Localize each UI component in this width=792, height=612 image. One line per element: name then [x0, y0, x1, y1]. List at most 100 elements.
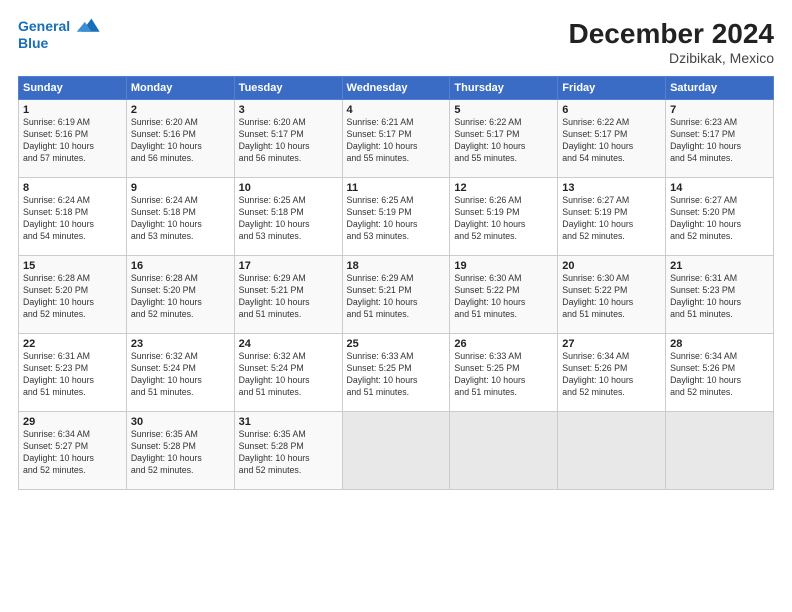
day-number: 11	[347, 182, 446, 194]
week-row-4: 22Sunrise: 6:31 AMSunset: 5:23 PMDayligh…	[19, 334, 774, 412]
header: General Blue December 2024 Dzibikak, Mex…	[18, 18, 774, 66]
day-number: 28	[670, 338, 769, 350]
day-info: Sunrise: 6:32 AMSunset: 5:24 PMDaylight:…	[239, 351, 338, 399]
day-info: Sunrise: 6:35 AMSunset: 5:28 PMDaylight:…	[239, 429, 338, 477]
weekday-header-row: Sunday Monday Tuesday Wednesday Thursday…	[19, 77, 774, 100]
calendar-cell: 27Sunrise: 6:34 AMSunset: 5:26 PMDayligh…	[558, 334, 666, 412]
day-info: Sunrise: 6:34 AMSunset: 5:26 PMDaylight:…	[562, 351, 661, 399]
calendar-title: December 2024	[569, 18, 774, 50]
day-number: 2	[131, 104, 230, 116]
day-number: 16	[131, 260, 230, 272]
day-number: 6	[562, 104, 661, 116]
day-info: Sunrise: 6:28 AMSunset: 5:20 PMDaylight:…	[23, 273, 122, 321]
day-info: Sunrise: 6:22 AMSunset: 5:17 PMDaylight:…	[454, 117, 553, 165]
header-monday: Monday	[126, 77, 234, 100]
calendar-cell	[342, 412, 450, 490]
calendar-cell: 8Sunrise: 6:24 AMSunset: 5:18 PMDaylight…	[19, 178, 127, 256]
calendar-cell: 28Sunrise: 6:34 AMSunset: 5:26 PMDayligh…	[666, 334, 774, 412]
calendar-cell: 21Sunrise: 6:31 AMSunset: 5:23 PMDayligh…	[666, 256, 774, 334]
day-info: Sunrise: 6:35 AMSunset: 5:28 PMDaylight:…	[131, 429, 230, 477]
logo-blue: Blue	[18, 35, 102, 51]
day-number: 1	[23, 104, 122, 116]
day-info: Sunrise: 6:23 AMSunset: 5:17 PMDaylight:…	[670, 117, 769, 165]
calendar-table: Sunday Monday Tuesday Wednesday Thursday…	[18, 76, 774, 490]
calendar-cell	[558, 412, 666, 490]
calendar-cell: 4Sunrise: 6:21 AMSunset: 5:17 PMDaylight…	[342, 100, 450, 178]
day-number: 21	[670, 260, 769, 272]
day-info: Sunrise: 6:29 AMSunset: 5:21 PMDaylight:…	[239, 273, 338, 321]
calendar-cell	[666, 412, 774, 490]
calendar-cell: 30Sunrise: 6:35 AMSunset: 5:28 PMDayligh…	[126, 412, 234, 490]
day-number: 18	[347, 260, 446, 272]
day-info: Sunrise: 6:33 AMSunset: 5:25 PMDaylight:…	[454, 351, 553, 399]
header-thursday: Thursday	[450, 77, 558, 100]
calendar-cell: 12Sunrise: 6:26 AMSunset: 5:19 PMDayligh…	[450, 178, 558, 256]
header-friday: Friday	[558, 77, 666, 100]
day-number: 4	[347, 104, 446, 116]
page: General Blue December 2024 Dzibikak, Mex…	[0, 0, 792, 612]
day-info: Sunrise: 6:25 AMSunset: 5:19 PMDaylight:…	[347, 195, 446, 243]
calendar-cell: 5Sunrise: 6:22 AMSunset: 5:17 PMDaylight…	[450, 100, 558, 178]
calendar-cell: 15Sunrise: 6:28 AMSunset: 5:20 PMDayligh…	[19, 256, 127, 334]
day-info: Sunrise: 6:30 AMSunset: 5:22 PMDaylight:…	[454, 273, 553, 321]
day-info: Sunrise: 6:31 AMSunset: 5:23 PMDaylight:…	[23, 351, 122, 399]
calendar-subtitle: Dzibikak, Mexico	[569, 50, 774, 66]
day-number: 24	[239, 338, 338, 350]
day-info: Sunrise: 6:24 AMSunset: 5:18 PMDaylight:…	[23, 195, 122, 243]
day-number: 3	[239, 104, 338, 116]
day-info: Sunrise: 6:25 AMSunset: 5:18 PMDaylight:…	[239, 195, 338, 243]
calendar-cell: 6Sunrise: 6:22 AMSunset: 5:17 PMDaylight…	[558, 100, 666, 178]
calendar-cell: 1Sunrise: 6:19 AMSunset: 5:16 PMDaylight…	[19, 100, 127, 178]
calendar-cell: 24Sunrise: 6:32 AMSunset: 5:24 PMDayligh…	[234, 334, 342, 412]
calendar-cell: 17Sunrise: 6:29 AMSunset: 5:21 PMDayligh…	[234, 256, 342, 334]
calendar-cell: 9Sunrise: 6:24 AMSunset: 5:18 PMDaylight…	[126, 178, 234, 256]
header-tuesday: Tuesday	[234, 77, 342, 100]
day-number: 25	[347, 338, 446, 350]
day-info: Sunrise: 6:22 AMSunset: 5:17 PMDaylight:…	[562, 117, 661, 165]
day-info: Sunrise: 6:34 AMSunset: 5:27 PMDaylight:…	[23, 429, 122, 477]
day-number: 5	[454, 104, 553, 116]
day-info: Sunrise: 6:27 AMSunset: 5:20 PMDaylight:…	[670, 195, 769, 243]
day-number: 7	[670, 104, 769, 116]
day-number: 17	[239, 260, 338, 272]
day-info: Sunrise: 6:29 AMSunset: 5:21 PMDaylight:…	[347, 273, 446, 321]
day-number: 14	[670, 182, 769, 194]
title-block: December 2024 Dzibikak, Mexico	[569, 18, 774, 66]
week-row-2: 8Sunrise: 6:24 AMSunset: 5:18 PMDaylight…	[19, 178, 774, 256]
header-sunday: Sunday	[19, 77, 127, 100]
day-number: 26	[454, 338, 553, 350]
day-info: Sunrise: 6:26 AMSunset: 5:19 PMDaylight:…	[454, 195, 553, 243]
day-number: 20	[562, 260, 661, 272]
day-number: 19	[454, 260, 553, 272]
logo: General Blue	[18, 18, 102, 51]
calendar-cell: 22Sunrise: 6:31 AMSunset: 5:23 PMDayligh…	[19, 334, 127, 412]
calendar-cell: 2Sunrise: 6:20 AMSunset: 5:16 PMDaylight…	[126, 100, 234, 178]
day-number: 13	[562, 182, 661, 194]
day-info: Sunrise: 6:31 AMSunset: 5:23 PMDaylight:…	[670, 273, 769, 321]
day-number: 12	[454, 182, 553, 194]
day-number: 23	[131, 338, 230, 350]
calendar-cell: 29Sunrise: 6:34 AMSunset: 5:27 PMDayligh…	[19, 412, 127, 490]
calendar-cell: 19Sunrise: 6:30 AMSunset: 5:22 PMDayligh…	[450, 256, 558, 334]
day-info: Sunrise: 6:33 AMSunset: 5:25 PMDaylight:…	[347, 351, 446, 399]
calendar-cell: 3Sunrise: 6:20 AMSunset: 5:17 PMDaylight…	[234, 100, 342, 178]
week-row-3: 15Sunrise: 6:28 AMSunset: 5:20 PMDayligh…	[19, 256, 774, 334]
calendar-cell	[450, 412, 558, 490]
week-row-1: 1Sunrise: 6:19 AMSunset: 5:16 PMDaylight…	[19, 100, 774, 178]
day-number: 10	[239, 182, 338, 194]
day-info: Sunrise: 6:28 AMSunset: 5:20 PMDaylight:…	[131, 273, 230, 321]
calendar-cell: 23Sunrise: 6:32 AMSunset: 5:24 PMDayligh…	[126, 334, 234, 412]
header-wednesday: Wednesday	[342, 77, 450, 100]
day-number: 27	[562, 338, 661, 350]
calendar-cell: 25Sunrise: 6:33 AMSunset: 5:25 PMDayligh…	[342, 334, 450, 412]
calendar-cell: 13Sunrise: 6:27 AMSunset: 5:19 PMDayligh…	[558, 178, 666, 256]
day-info: Sunrise: 6:30 AMSunset: 5:22 PMDaylight:…	[562, 273, 661, 321]
day-number: 29	[23, 416, 122, 428]
calendar-cell: 31Sunrise: 6:35 AMSunset: 5:28 PMDayligh…	[234, 412, 342, 490]
day-number: 31	[239, 416, 338, 428]
calendar-cell: 10Sunrise: 6:25 AMSunset: 5:18 PMDayligh…	[234, 178, 342, 256]
calendar-cell: 14Sunrise: 6:27 AMSunset: 5:20 PMDayligh…	[666, 178, 774, 256]
calendar-cell: 18Sunrise: 6:29 AMSunset: 5:21 PMDayligh…	[342, 256, 450, 334]
day-number: 8	[23, 182, 122, 194]
day-info: Sunrise: 6:27 AMSunset: 5:19 PMDaylight:…	[562, 195, 661, 243]
